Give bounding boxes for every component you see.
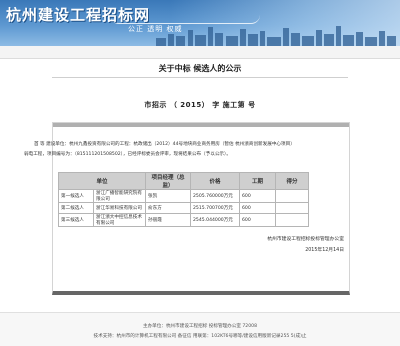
column-header-manager: 项目经理（总监） — [145, 172, 191, 190]
issue-date: 2015年12月14日 — [305, 248, 344, 253]
document-number: 市招示 （ 2015） 字 施工第 号 — [144, 101, 256, 109]
candidate-price: 2515.700700万元 — [190, 202, 240, 214]
footer-support-line: 技术支持：杭州市的计算机工程有限公司 备征信 用联第：102KT6号哪等/建设信… — [93, 334, 307, 339]
candidate-rank: 第三候选人 — [58, 213, 94, 227]
panel-top-bar — [53, 123, 349, 127]
site-logo[interactable]: 杭州建设工程招标网 — [6, 4, 150, 25]
site-slogan: 公正 透明 权威 — [128, 25, 183, 33]
footer-host-line: 主办单位：杭州市建设工程招标 投标管理办公室 72008 — [142, 324, 257, 329]
candidate-company: 浙江广播智能研究院有限公司 — [93, 189, 146, 203]
table-row: 第三候选人 浙江浙大中控信息技术有限公司 孙丽霞 2545.044000万元 6… — [58, 213, 309, 227]
candidate-score — [275, 202, 309, 214]
candidate-price: 2505.760000万元 — [190, 189, 240, 203]
candidates-table: 单位 项目经理（总监） 价格 工期 得分 第一候选人 浙江广播智能研究院有限公司… — [58, 172, 309, 227]
candidate-duration: 600 — [239, 213, 276, 227]
candidate-rank: 第二候选人 — [58, 202, 94, 214]
page-title: 关于中标 候选人的公示 — [158, 64, 242, 73]
header-banner: 杭州建设工程招标网 公正 透明 权威 — [0, 0, 400, 46]
candidate-rank: 第一候选人 — [58, 189, 94, 203]
column-header-duration: 工期 — [239, 172, 276, 190]
candidate-score — [275, 189, 309, 203]
table-row: 第一候选人 浙江广播智能研究院有限公司 张凯 2505.760000万元 600 — [58, 189, 309, 203]
candidate-manager: 张凯 — [145, 189, 191, 203]
column-header-score: 得分 — [275, 172, 309, 190]
column-header-price: 价格 — [190, 172, 240, 190]
title-divider — [52, 77, 348, 78]
city-skyline-image — [156, 26, 396, 46]
candidate-company: 浙江浙大中控信息技术有限公司 — [93, 213, 146, 227]
page-footer — [0, 312, 400, 346]
candidate-manager: 俞东方 — [145, 202, 191, 214]
candidate-company: 浙江华易科技有限公司 — [93, 202, 146, 214]
nav-strip — [0, 46, 400, 59]
candidate-score — [275, 213, 309, 227]
issuing-office: 杭州市建设工程招标投标管理办公室 — [267, 237, 344, 242]
candidate-price: 2545.044000万元 — [190, 213, 240, 227]
candidate-duration: 600 — [239, 202, 276, 214]
column-header-unit: 单位 — [58, 172, 146, 190]
notice-paragraph: 首 等 建设单位：杭州九鑫投资有限公司的工程：杭政储出（2012）44号地块商业… — [24, 142, 293, 157]
table-row: 第二候选人 浙江华易科技有限公司 俞东方 2515.700700万元 600 — [58, 202, 309, 214]
table-header-row: 单位 项目经理（总监） 价格 工期 得分 — [58, 172, 309, 190]
candidate-duration: 600 — [239, 189, 276, 203]
candidate-manager: 孙丽霞 — [145, 213, 191, 227]
